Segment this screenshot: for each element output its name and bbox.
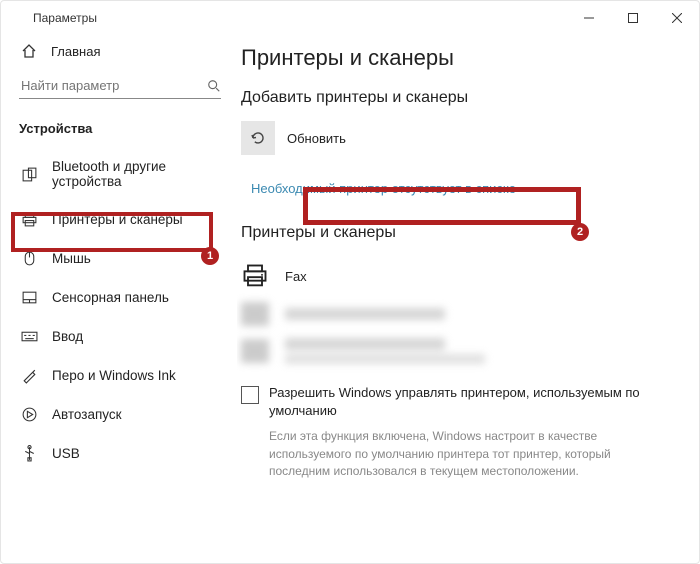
sidebar: Главная Устройства Bluetooth и другие ус… [1, 35, 237, 563]
device-item-redacted[interactable] [241, 296, 659, 332]
callout-badge-1: 1 [201, 247, 219, 265]
nav-label: Ввод [52, 329, 83, 344]
printer-icon [241, 262, 269, 290]
search-box[interactable] [19, 73, 221, 99]
nav-label: Автозапуск [52, 407, 122, 422]
mouse-icon [21, 250, 38, 267]
nav-label: Bluetooth и другие устройства [52, 159, 227, 189]
bluetooth-icon [21, 166, 38, 183]
close-button[interactable] [655, 1, 699, 35]
device-item[interactable]: Fax [241, 256, 659, 296]
device-item-redacted[interactable] [241, 332, 659, 370]
usb-icon [21, 445, 38, 462]
help-text: Если эта функция включена, Windows настр… [241, 428, 659, 480]
default-printer-checkbox[interactable]: Разрешить Windows управлять принтером, и… [241, 384, 659, 420]
nav-label: Перо и Windows Ink [52, 368, 176, 383]
maximize-button[interactable] [611, 1, 655, 35]
minimize-button[interactable] [567, 1, 611, 35]
nav-label: Мышь [52, 251, 91, 266]
main-content: Принтеры и сканеры Добавить принтеры и с… [237, 35, 699, 563]
sidebar-item-pen[interactable]: Перо и Windows Ink [1, 356, 237, 395]
title-bar: Параметры [1, 1, 699, 35]
pen-icon [21, 367, 38, 384]
sidebar-item-printers[interactable]: Принтеры и сканеры [1, 200, 237, 239]
add-section-heading: Добавить принтеры и сканеры [241, 89, 659, 107]
refresh-button[interactable] [241, 121, 275, 155]
autoplay-icon [21, 406, 38, 423]
device-name: Fax [285, 269, 307, 284]
devices-section-heading: Принтеры и сканеры [241, 224, 659, 242]
sidebar-section-label: Устройства [1, 111, 237, 148]
sidebar-home[interactable]: Главная [1, 35, 237, 67]
refresh-label: Обновить [287, 131, 346, 146]
printer-icon [21, 211, 38, 228]
nav-label: Сенсорная панель [52, 290, 169, 305]
printer-icon [241, 302, 269, 326]
checkbox-label: Разрешить Windows управлять принтером, и… [269, 384, 659, 420]
sidebar-item-usb[interactable]: USB [1, 434, 237, 473]
printer-not-listed-link[interactable]: Необходимый принтер отсутствует в списке [241, 173, 659, 204]
checkbox-icon[interactable] [241, 386, 259, 404]
search-input[interactable] [19, 77, 207, 94]
page-title: Принтеры и сканеры [241, 45, 659, 71]
window-title: Параметры [33, 11, 97, 25]
window-controls [567, 1, 699, 35]
sidebar-home-label: Главная [51, 44, 100, 59]
keyboard-icon [21, 328, 38, 345]
sidebar-item-typing[interactable]: Ввод [1, 317, 237, 356]
home-icon [21, 43, 37, 59]
printer-icon [241, 339, 269, 363]
sidebar-item-touchpad[interactable]: Сенсорная панель [1, 278, 237, 317]
sidebar-item-bluetooth[interactable]: Bluetooth и другие устройства [1, 148, 237, 200]
refresh-icon [250, 130, 266, 146]
refresh-row[interactable]: Обновить [241, 121, 659, 155]
touchpad-icon [21, 289, 38, 306]
nav-label: USB [52, 446, 80, 461]
nav-label: Принтеры и сканеры [52, 212, 183, 227]
sidebar-item-autoplay[interactable]: Автозапуск [1, 395, 237, 434]
search-icon [207, 79, 221, 93]
callout-badge-2: 2 [571, 223, 589, 241]
